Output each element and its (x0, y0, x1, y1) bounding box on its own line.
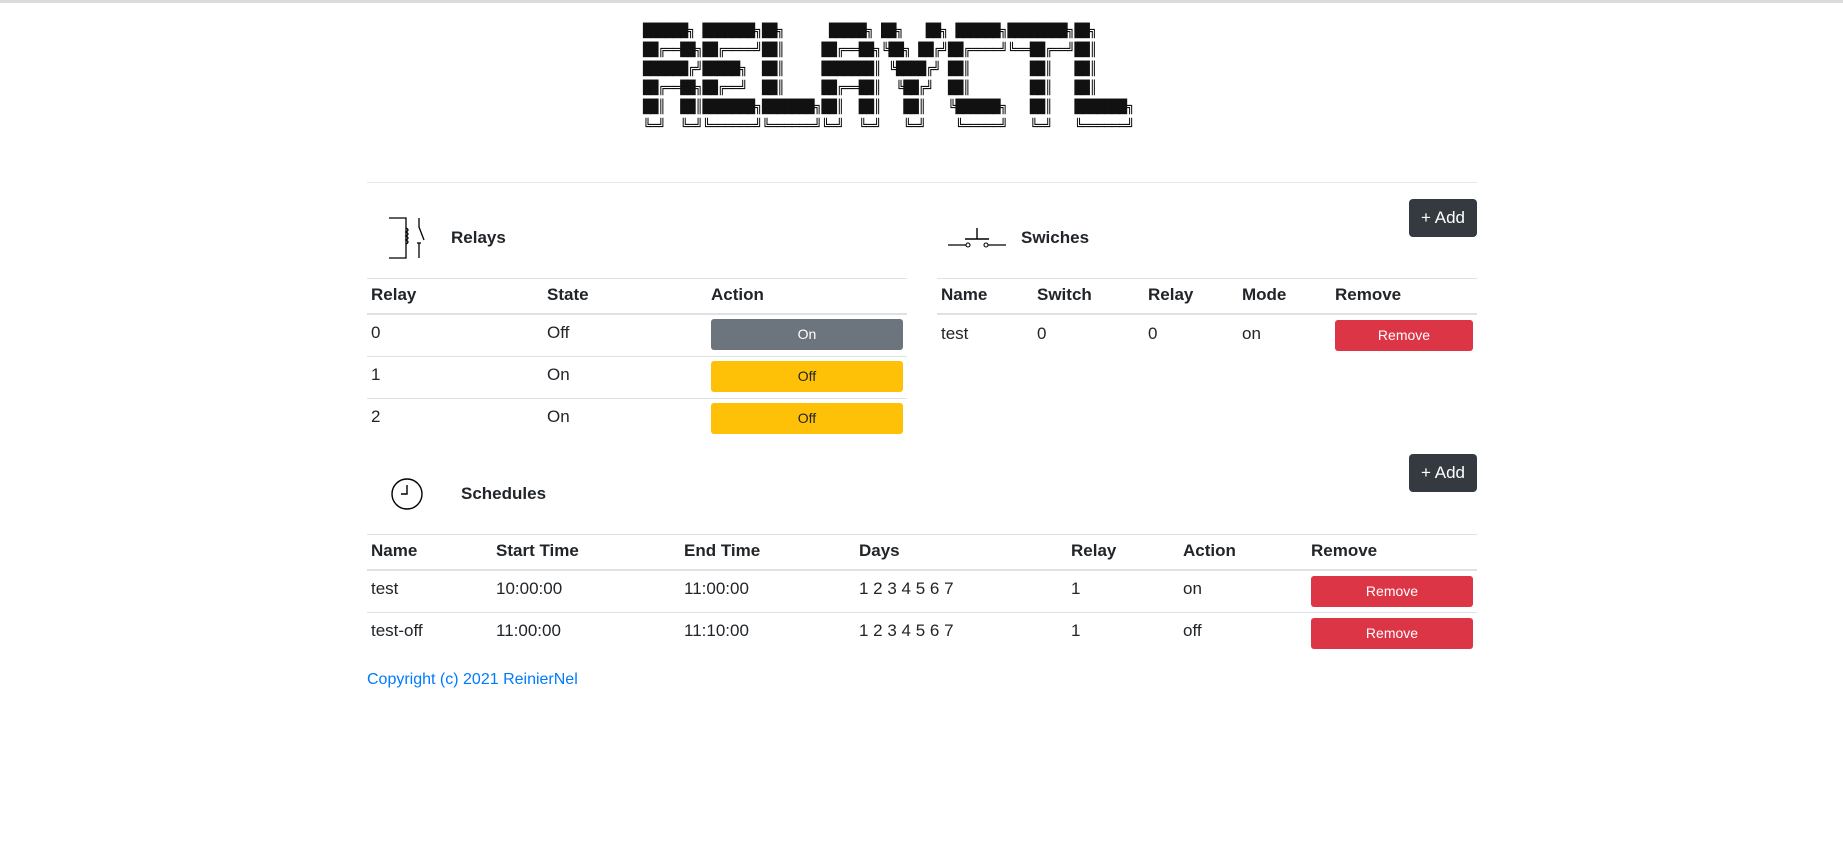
schedules-col-name: Name (367, 534, 492, 571)
schedule-relay: 1 (1067, 570, 1179, 613)
switches-table: Name Switch Relay Mode Remove test 0 0 o… (937, 278, 1477, 356)
switch-mode: on (1242, 324, 1261, 343)
schedule-relay: 1 (1071, 620, 1081, 640)
relay-state: Off (543, 314, 707, 357)
schedules-table-container: Name Start Time End Time Days Relay Acti… (367, 534, 1477, 654)
remove-schedule-button[interactable]: Remove (1311, 576, 1473, 607)
add-schedule-button[interactable]: + Add (1409, 454, 1477, 492)
switches-col-name: Name (937, 278, 1033, 315)
schedules-section-header: Schedules (390, 477, 546, 511)
table-row: 2 On Off (367, 398, 907, 440)
remove-switch-button[interactable]: Remove (1335, 320, 1473, 351)
relays-table: Relay State Action 0 Off On 1 On Off 2 O… (367, 278, 907, 440)
schedule-days: 1 2 3 4 5 6 7 (859, 620, 954, 640)
relay-state: On (543, 356, 707, 399)
schedule-name: test (367, 570, 492, 613)
push-switch-icon (947, 225, 1007, 251)
relay-state: On (547, 406, 570, 426)
schedule-start-time: 11:00:00 (496, 620, 561, 640)
switches-col-switch: Switch (1033, 278, 1144, 315)
schedule-end-time: 11:00:00 (680, 570, 855, 613)
switches-table-container: Name Switch Relay Mode Remove test 0 0 o… (937, 278, 1477, 356)
relay-id: 2 (371, 406, 381, 426)
clock-icon (390, 477, 424, 511)
relay-id: 1 (367, 356, 543, 399)
remove-schedule-button[interactable]: Remove (1311, 617, 1473, 649)
table-row: 1 On Off (367, 356, 907, 399)
schedules-title: Schedules (461, 484, 547, 503)
relays-title: Relays (451, 228, 506, 247)
schedules-col-action: Action (1179, 534, 1307, 571)
schedule-start-time: 10:00:00 (492, 570, 680, 613)
schedules-col-end: End Time (680, 534, 855, 571)
banner-line: ██████╗ ███████╗██╗ █████╗ ██╗ ██╗ █████… (643, 24, 1097, 39)
table-row: test 0 0 on Remove (937, 314, 1477, 356)
schedule-end-time: 11:10:00 (684, 620, 749, 640)
banner-line: ██╔══██╗██╔══╝ ██║ ██╔══██║ ╚██╔╝ ██║ ██… (643, 81, 1097, 96)
schedule-action: on (1179, 570, 1307, 613)
schedules-col-start: Start Time (492, 534, 680, 571)
schedules-col-days: Days (855, 534, 1067, 571)
top-border (0, 0, 1843, 3)
relays-col-relay: Relay (367, 278, 543, 315)
add-switch-button[interactable]: + Add (1409, 199, 1477, 237)
relays-section-header: Relays (386, 215, 506, 261)
relay-toggle-button[interactable]: Off (711, 402, 903, 434)
relay-icon (386, 215, 426, 261)
switch-id: 0 (1037, 324, 1047, 343)
relay-id: 0 (367, 314, 543, 357)
banner-line: ██╔══██╗██╔════╝██║ ██╔══██╗╚██╗ ██╔╝██╔… (643, 43, 1097, 58)
relay-toggle-button[interactable]: On (711, 319, 903, 350)
switches-col-remove: Remove (1331, 278, 1477, 315)
relay-toggle-button[interactable]: Off (711, 360, 903, 392)
banner-line: ██████╔╝█████╗ ██║ ███████║ ╚████╔╝ ██║ … (643, 62, 1097, 77)
switch-relay: 0 (1148, 324, 1158, 343)
banner-line: ╚═╝ ╚═╝╚══════╝╚══════╝╚═╝ ╚═╝ ╚═╝ ╚════… (643, 119, 1135, 134)
switches-section-header: Swiches (947, 225, 1089, 251)
ascii-logo-banner: ██████╗ ███████╗██╗ █████╗ ██╗ ██╗ █████… (643, 22, 1203, 142)
table-row: test-off 11:00:00 11:10:00 1 2 3 4 5 6 7… (367, 612, 1477, 654)
switches-col-relay: Relay (1144, 278, 1238, 315)
schedules-table: Name Start Time End Time Days Relay Acti… (367, 534, 1477, 654)
copyright-link[interactable]: Copyright (c) 2021 ReinierNel (367, 671, 578, 689)
schedule-name: test-off (371, 620, 423, 640)
switch-name: test (941, 324, 969, 343)
schedules-col-relay: Relay (1067, 534, 1179, 571)
relays-col-action: Action (707, 278, 907, 315)
schedule-days: 1 2 3 4 5 6 7 (855, 570, 1067, 613)
table-row: test 10:00:00 11:00:00 1 2 3 4 5 6 7 1 o… (367, 570, 1477, 613)
relays-col-state: State (543, 278, 707, 315)
relays-table-container: Relay State Action 0 Off On 1 On Off 2 O… (367, 278, 907, 440)
switches-title: Swiches (1021, 228, 1090, 247)
switches-col-mode: Mode (1238, 278, 1331, 315)
table-row: 0 Off On (367, 314, 907, 357)
schedules-col-remove: Remove (1307, 534, 1477, 571)
banner-line: ██║ ██║███████╗███████╗██║ ██║ ██║ ╚████… (643, 100, 1135, 115)
schedule-action: off (1183, 620, 1202, 640)
header-divider (367, 182, 1477, 183)
